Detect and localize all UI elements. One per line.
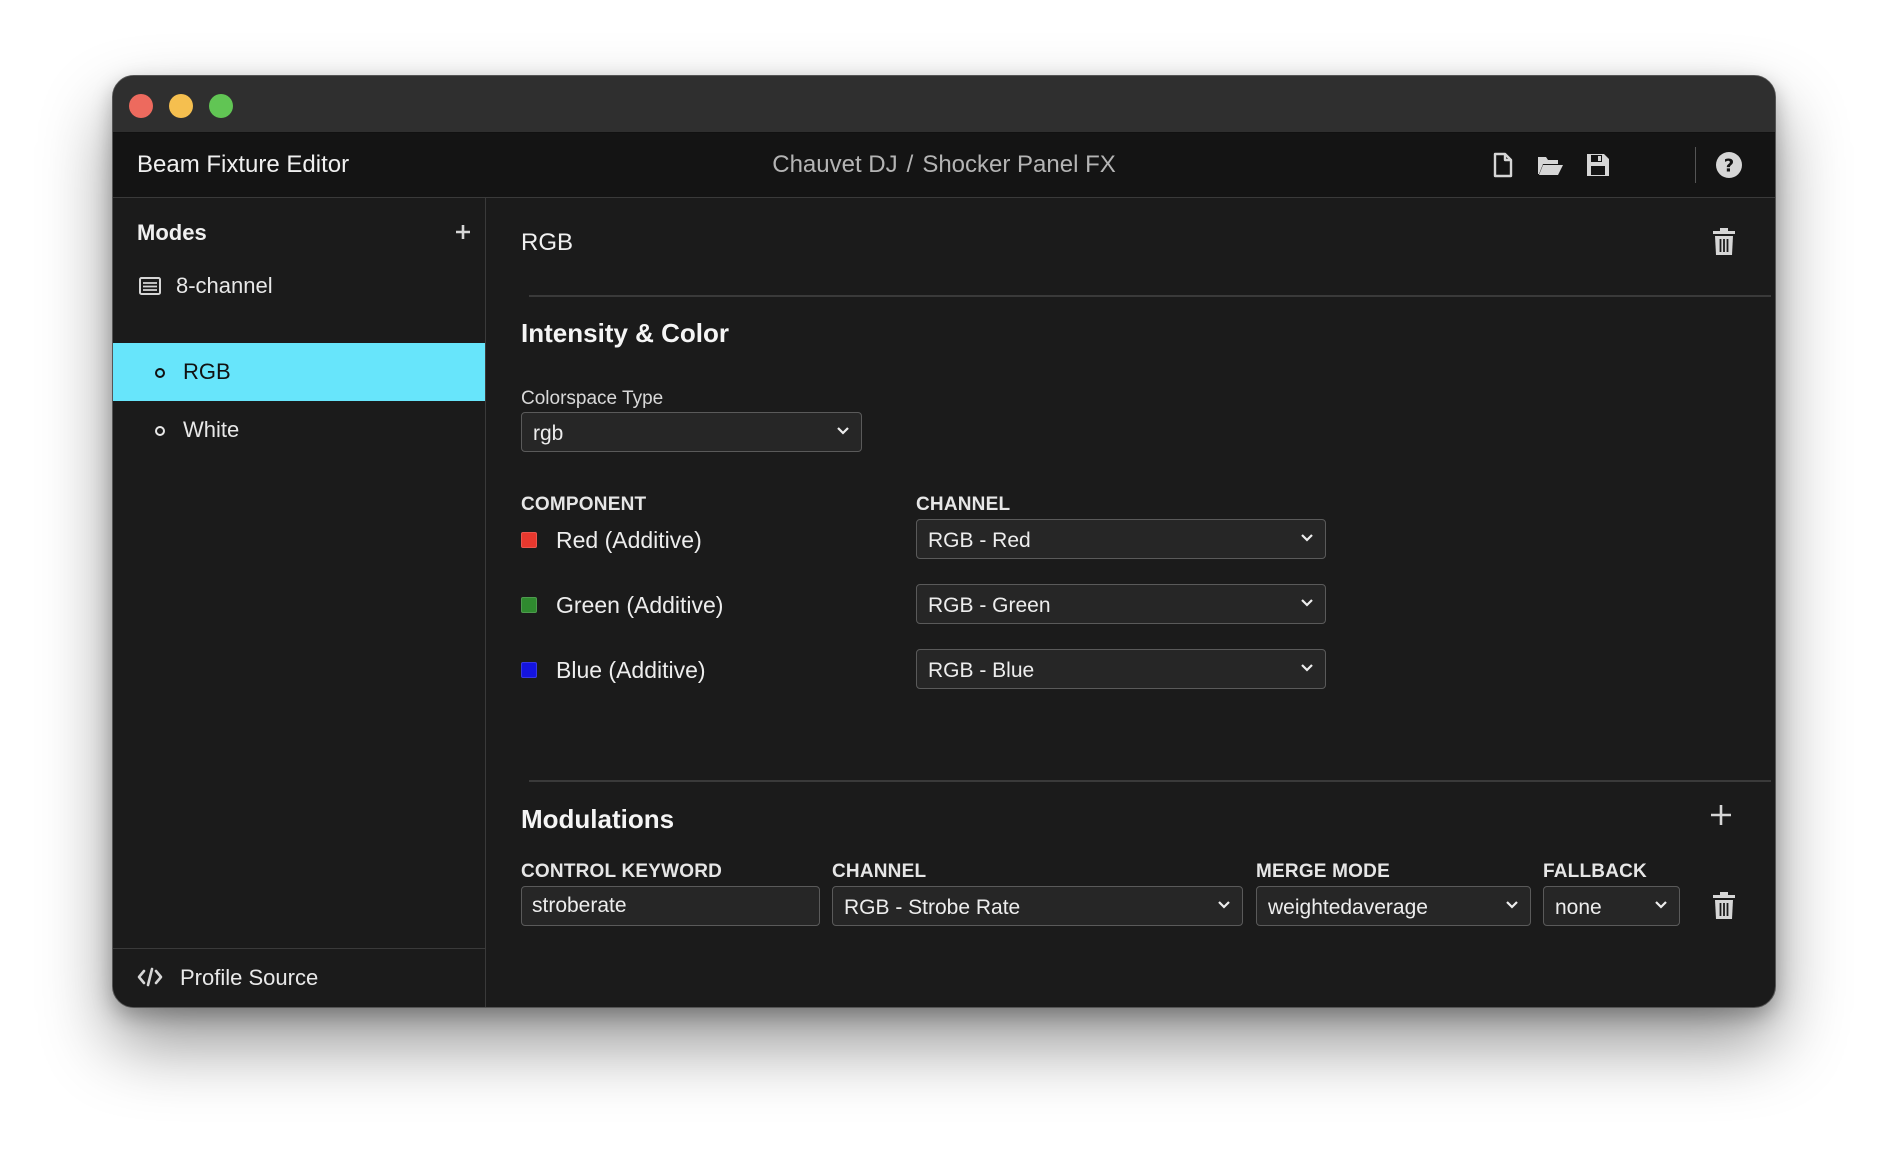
sidebar: Modes 8-channel RGB White Profile Source [113,198,486,1007]
sidebar-item-label: RGB [183,359,231,384]
mode-group-label: 8-channel [176,273,273,298]
delete-modulation-button[interactable] [1709,890,1739,922]
new-file-icon [1493,152,1513,178]
close-window-button[interactable] [129,94,153,118]
colorspace-label: Colorspace Type [521,388,664,409]
circle-bullet-icon [155,426,165,436]
mode-editor: RGB Intensity & Color Colorspace Type rg… [486,198,1775,1007]
toolbar-divider [1695,147,1696,183]
chevron-down-icon [1301,534,1313,542]
add-mode-button[interactable] [449,218,477,246]
sidebar-item-rgb[interactable]: RGB [113,343,485,401]
colorspace-value: rgb [533,422,564,445]
intensity-section-title: Intensity & Color [521,318,730,348]
breadcrumb-fixture: Shocker Panel FX [922,151,1116,178]
chevron-down-icon [1301,599,1313,607]
zoom-window-button[interactable] [209,94,233,118]
chevron-down-icon [1218,901,1230,909]
green-channel-value: RGB - Green [928,594,1051,617]
colorspace-select[interactable]: rgb [521,412,862,452]
chevron-down-icon [1301,664,1313,672]
minimize-window-button[interactable] [169,94,193,118]
mode-group-8-channel[interactable]: 8-channel [113,256,485,314]
merge-mode-header: MERGE MODE [1256,861,1390,882]
delete-mode-button[interactable] [1709,226,1739,258]
modes-header: Modes [137,220,207,245]
open-folder-icon [1538,157,1563,175]
profile-source-label: Profile Source [180,965,319,990]
open-folder-button[interactable] [1534,149,1566,181]
chevron-down-icon [837,427,849,435]
help-button[interactable]: ? [1713,149,1745,181]
breadcrumb: Chauvet DJ / Shocker Panel FX [113,151,1775,179]
component-label: Red (Additive) [556,527,702,553]
fallback-select[interactable]: none [1543,886,1680,926]
new-file-button[interactable] [1487,149,1519,181]
trash-icon [1713,228,1735,255]
mode-title: RGB [521,229,574,256]
component-label: Blue (Additive) [556,657,706,683]
save-icon [1587,154,1609,176]
sidebar-item-label: White [183,417,240,442]
modulations-section-title: Modulations [521,804,675,834]
save-button[interactable] [1582,149,1614,181]
control-keyword-header: CONTROL KEYWORD [521,861,723,882]
section-divider [529,780,1771,782]
window-titlebar [113,76,1775,133]
chevron-down-icon [1655,901,1667,909]
breadcrumb-manufacturer: Chauvet DJ [772,151,898,178]
sidebar-item-white[interactable]: White [113,401,485,459]
help-icon: ? [1716,152,1742,178]
component-header: COMPONENT [521,494,647,515]
fallback-header: FALLBACK [1543,861,1647,882]
red-channel-select[interactable]: RGB - Red [916,519,1326,559]
svg-text:?: ? [1724,156,1734,177]
merge-mode-select[interactable]: weightedaverage [1256,886,1531,926]
red-channel-value: RGB - Red [928,529,1031,552]
modulation-channel-select[interactable]: RGB - Strobe Rate [832,886,1243,926]
trash-icon [1713,892,1735,919]
header-divider [529,295,1771,297]
code-icon [137,967,163,987]
plus-icon [1711,805,1731,825]
app-window: Beam Fixture Editor Chauvet DJ / Shocker P… [112,75,1776,1008]
green-swatch [521,597,537,613]
plus-icon [456,225,470,239]
list-icon [139,277,161,295]
blue-channel-select[interactable]: RGB - Blue [916,649,1326,689]
green-channel-select[interactable]: RGB - Green [916,584,1326,624]
circle-bullet-icon [155,368,165,378]
breadcrumb-separator: / [906,151,914,178]
component-label: Green (Additive) [556,592,724,618]
profile-source-button[interactable]: Profile Source [113,948,485,1007]
app-header: Beam Fixture Editor Chauvet DJ / Shocker P… [113,133,1775,198]
fallback-value: none [1555,896,1602,919]
modulation-channel-value: RGB - Strobe Rate [844,896,1021,919]
blue-channel-value: RGB - Blue [928,659,1035,682]
merge-mode-value: weightedaverage [1268,896,1428,919]
modulation-channel-header: CHANNEL [832,861,927,882]
add-modulation-button[interactable] [1706,800,1736,830]
red-swatch [521,532,537,548]
blue-swatch [521,662,537,678]
channel-header: CHANNEL [916,494,1011,515]
control-keyword-input[interactable] [521,886,820,926]
chevron-down-icon [1506,901,1518,909]
